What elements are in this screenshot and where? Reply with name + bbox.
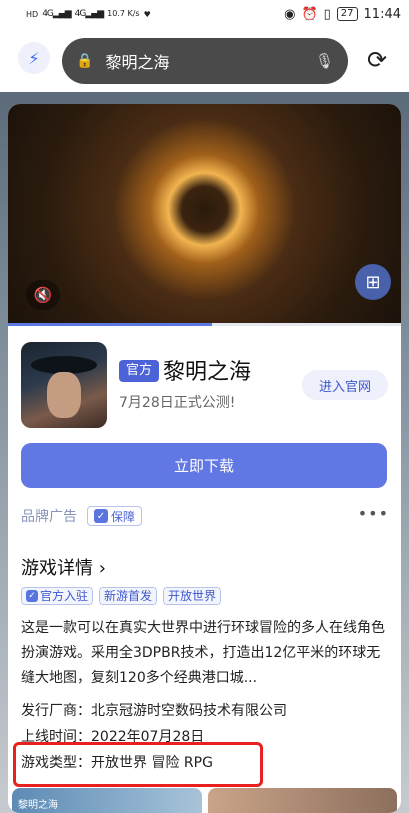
battery-indicator: 27: [336, 7, 358, 21]
game-card: 🔇 ⊞ 官方 黎明之海 7月28日正式公测! 进入官网 立即下载 品牌广告 ✓ 保…: [8, 104, 401, 813]
guarantee-label: 保障: [111, 509, 136, 524]
browser-toolbar: ⚡ 🔒 黎明之海 🎙 ⟳: [0, 28, 409, 92]
hd-indicator: HD: [26, 9, 39, 19]
search-query[interactable]: 黎明之海: [105, 49, 315, 73]
health-icon: ♥: [143, 9, 151, 19]
brand-ad-label: 品牌广告: [21, 509, 77, 525]
game-description: 这是一款可以在真实大世界中进行环球冒险的多人在线角色扮演游戏。采用全3DPBR技…: [21, 620, 385, 686]
search-bar[interactable]: 🔒 黎明之海 🎙: [62, 38, 348, 84]
clock: 11:44: [363, 6, 401, 22]
details-title-text: 游戏详情: [21, 558, 93, 579]
refresh-icon[interactable]: ⟳: [362, 45, 392, 75]
signal-label-1: 4G: [42, 9, 54, 19]
visit-site-button[interactable]: 进入官网: [302, 370, 388, 400]
thumb-caption: 黎明之海: [18, 800, 58, 811]
signal-label-2: 4G: [74, 9, 87, 19]
game-icon[interactable]: [21, 342, 107, 428]
bolt-icon[interactable]: ⚡: [18, 42, 50, 74]
grid-menu-icon[interactable]: ⊞: [355, 264, 391, 300]
check-icon: ✓: [26, 590, 38, 602]
video-progress-fill: [8, 323, 213, 326]
official-badge: 官方: [119, 360, 160, 382]
signal-icon: 4G▂▄▆: [42, 9, 71, 19]
lock-icon: 🔒: [76, 53, 94, 69]
status-right: ◉ ⏰ ▯ 27 11:44: [284, 7, 401, 22]
tag-label: 官方入驻: [40, 589, 89, 603]
vibrate-icon: ▯: [323, 6, 331, 22]
screenshot-thumb-2[interactable]: [207, 788, 397, 813]
guarantee-badge[interactable]: ✓ 保障: [87, 506, 143, 526]
screenshot-thumb-1[interactable]: 黎明之海: [12, 788, 202, 813]
eye-icon: ◉: [284, 6, 296, 22]
game-details-heading[interactable]: 游戏详情 ›: [21, 554, 106, 580]
video-player[interactable]: [8, 104, 401, 323]
tag-list: ✓ 官方入驻 新游首发 开放世界: [21, 587, 222, 605]
tag-open-world: 开放世界: [163, 587, 222, 605]
check-icon: ✓: [94, 509, 108, 523]
download-button[interactable]: 立即下载: [21, 443, 387, 488]
chevron-right-icon: ›: [98, 558, 106, 579]
video-progress-bar: [8, 323, 401, 326]
publisher-info: 发行厂商：北京冠游时空数码技术有限公司: [21, 703, 287, 719]
game-icon-face: [47, 372, 81, 418]
mute-icon[interactable]: 🔇: [26, 280, 60, 310]
more-options-icon[interactable]: •••: [358, 504, 389, 523]
game-header: 官方 黎明之海 7月28日正式公测! 进入官网: [21, 342, 391, 428]
tag-new-release: 新游首发: [99, 587, 158, 605]
signal-icon-2: 4G▂▄▆: [74, 9, 104, 19]
microphone-icon[interactable]: 🎙: [315, 52, 334, 70]
game-title[interactable]: 黎明之海: [163, 354, 251, 386]
status-bar: HD 4G▂▄▆ 4G▂▄▆ 10.7 K/s ♥ ◉ ⏰ ▯ 27 11:44: [0, 0, 409, 28]
screenshot-strip: 黎明之海: [8, 788, 401, 813]
highlight-box: [13, 742, 263, 787]
game-subtitle: 7月28日正式公测!: [119, 395, 236, 411]
network-speed: 10.7 K/s: [107, 9, 140, 18]
alarm-icon: ⏰: [301, 6, 318, 22]
tag-official: ✓ 官方入驻: [21, 587, 94, 605]
status-left: HD 4G▂▄▆ 4G▂▄▆ 10.7 K/s ♥: [26, 9, 151, 19]
ad-row: 品牌广告 ✓ 保障 •••: [21, 504, 391, 528]
